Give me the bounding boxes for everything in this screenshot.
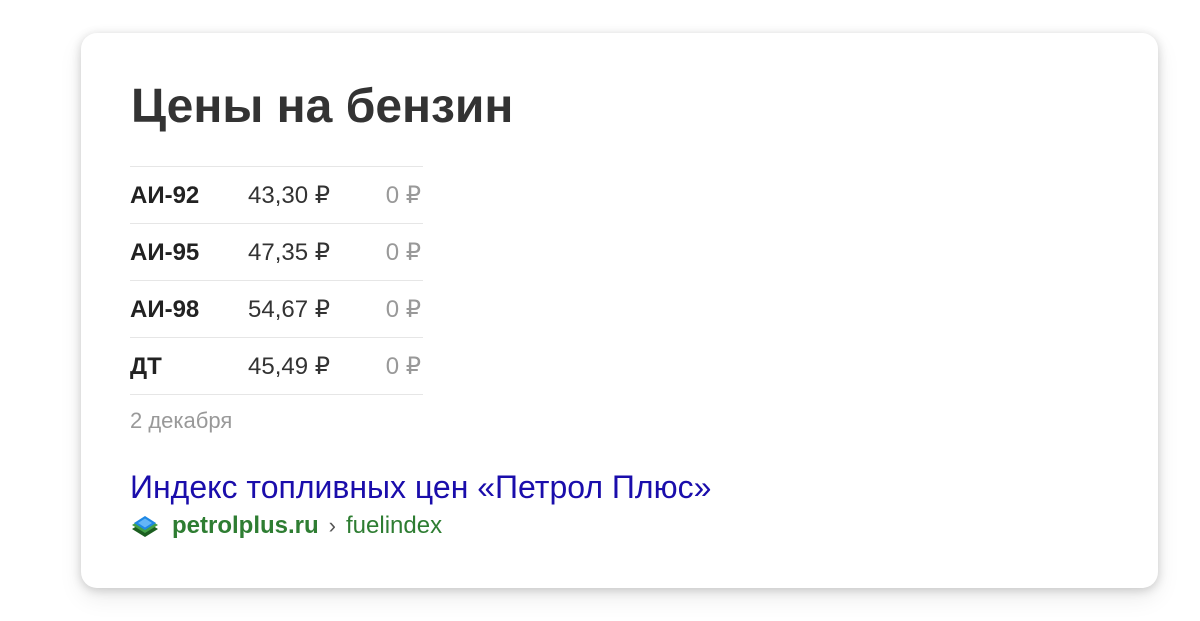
price-date: 2 декабря — [130, 408, 233, 433]
fuel-price: 54,67 ₽ — [248, 296, 330, 323]
source-url[interactable]: petrolplus.ru › fuelindex — [130, 511, 442, 541]
source-link[interactable]: Индекс топливных цен «Петрол Плюс» — [130, 467, 711, 507]
card-title: Цены на бензин — [131, 80, 514, 133]
price-table: АИ-92 43,30 ₽ 0 ₽ АИ-95 47,35 ₽ 0 ₽ АИ-9… — [130, 166, 423, 395]
fuel-type: АИ-98 — [130, 296, 200, 323]
fuel-prices-card: Цены на бензин АИ-92 43,30 ₽ 0 ₽ АИ-95 4… — [81, 33, 1158, 588]
source-path: fuelindex — [346, 512, 443, 539]
fuel-price: 47,35 ₽ — [248, 239, 330, 266]
price-change: 0 ₽ — [385, 353, 421, 380]
price-change: 0 ₽ — [385, 296, 421, 323]
price-row-ai95: АИ-95 47,35 ₽ 0 ₽ — [130, 224, 423, 281]
price-change: 0 ₽ — [385, 182, 421, 209]
price-change: 0 ₽ — [385, 239, 421, 266]
fuel-price: 45,49 ₽ — [248, 353, 330, 380]
fuel-type: ДТ — [130, 353, 162, 380]
fuel-type: АИ-92 — [130, 182, 200, 209]
source-domain: petrolplus.ru — [172, 512, 319, 539]
price-row-ai98: АИ-98 54,67 ₽ 0 ₽ — [130, 281, 423, 338]
fuel-type: АИ-95 — [130, 239, 200, 266]
price-row-ai92: АИ-92 43,30 ₽ 0 ₽ — [130, 167, 423, 224]
price-row-diesel: ДТ 45,49 ₽ 0 ₽ — [130, 338, 423, 395]
breadcrumb-separator: › — [328, 513, 336, 538]
petrolplus-logo-icon — [130, 511, 160, 541]
fuel-price: 43,30 ₽ — [248, 182, 330, 209]
